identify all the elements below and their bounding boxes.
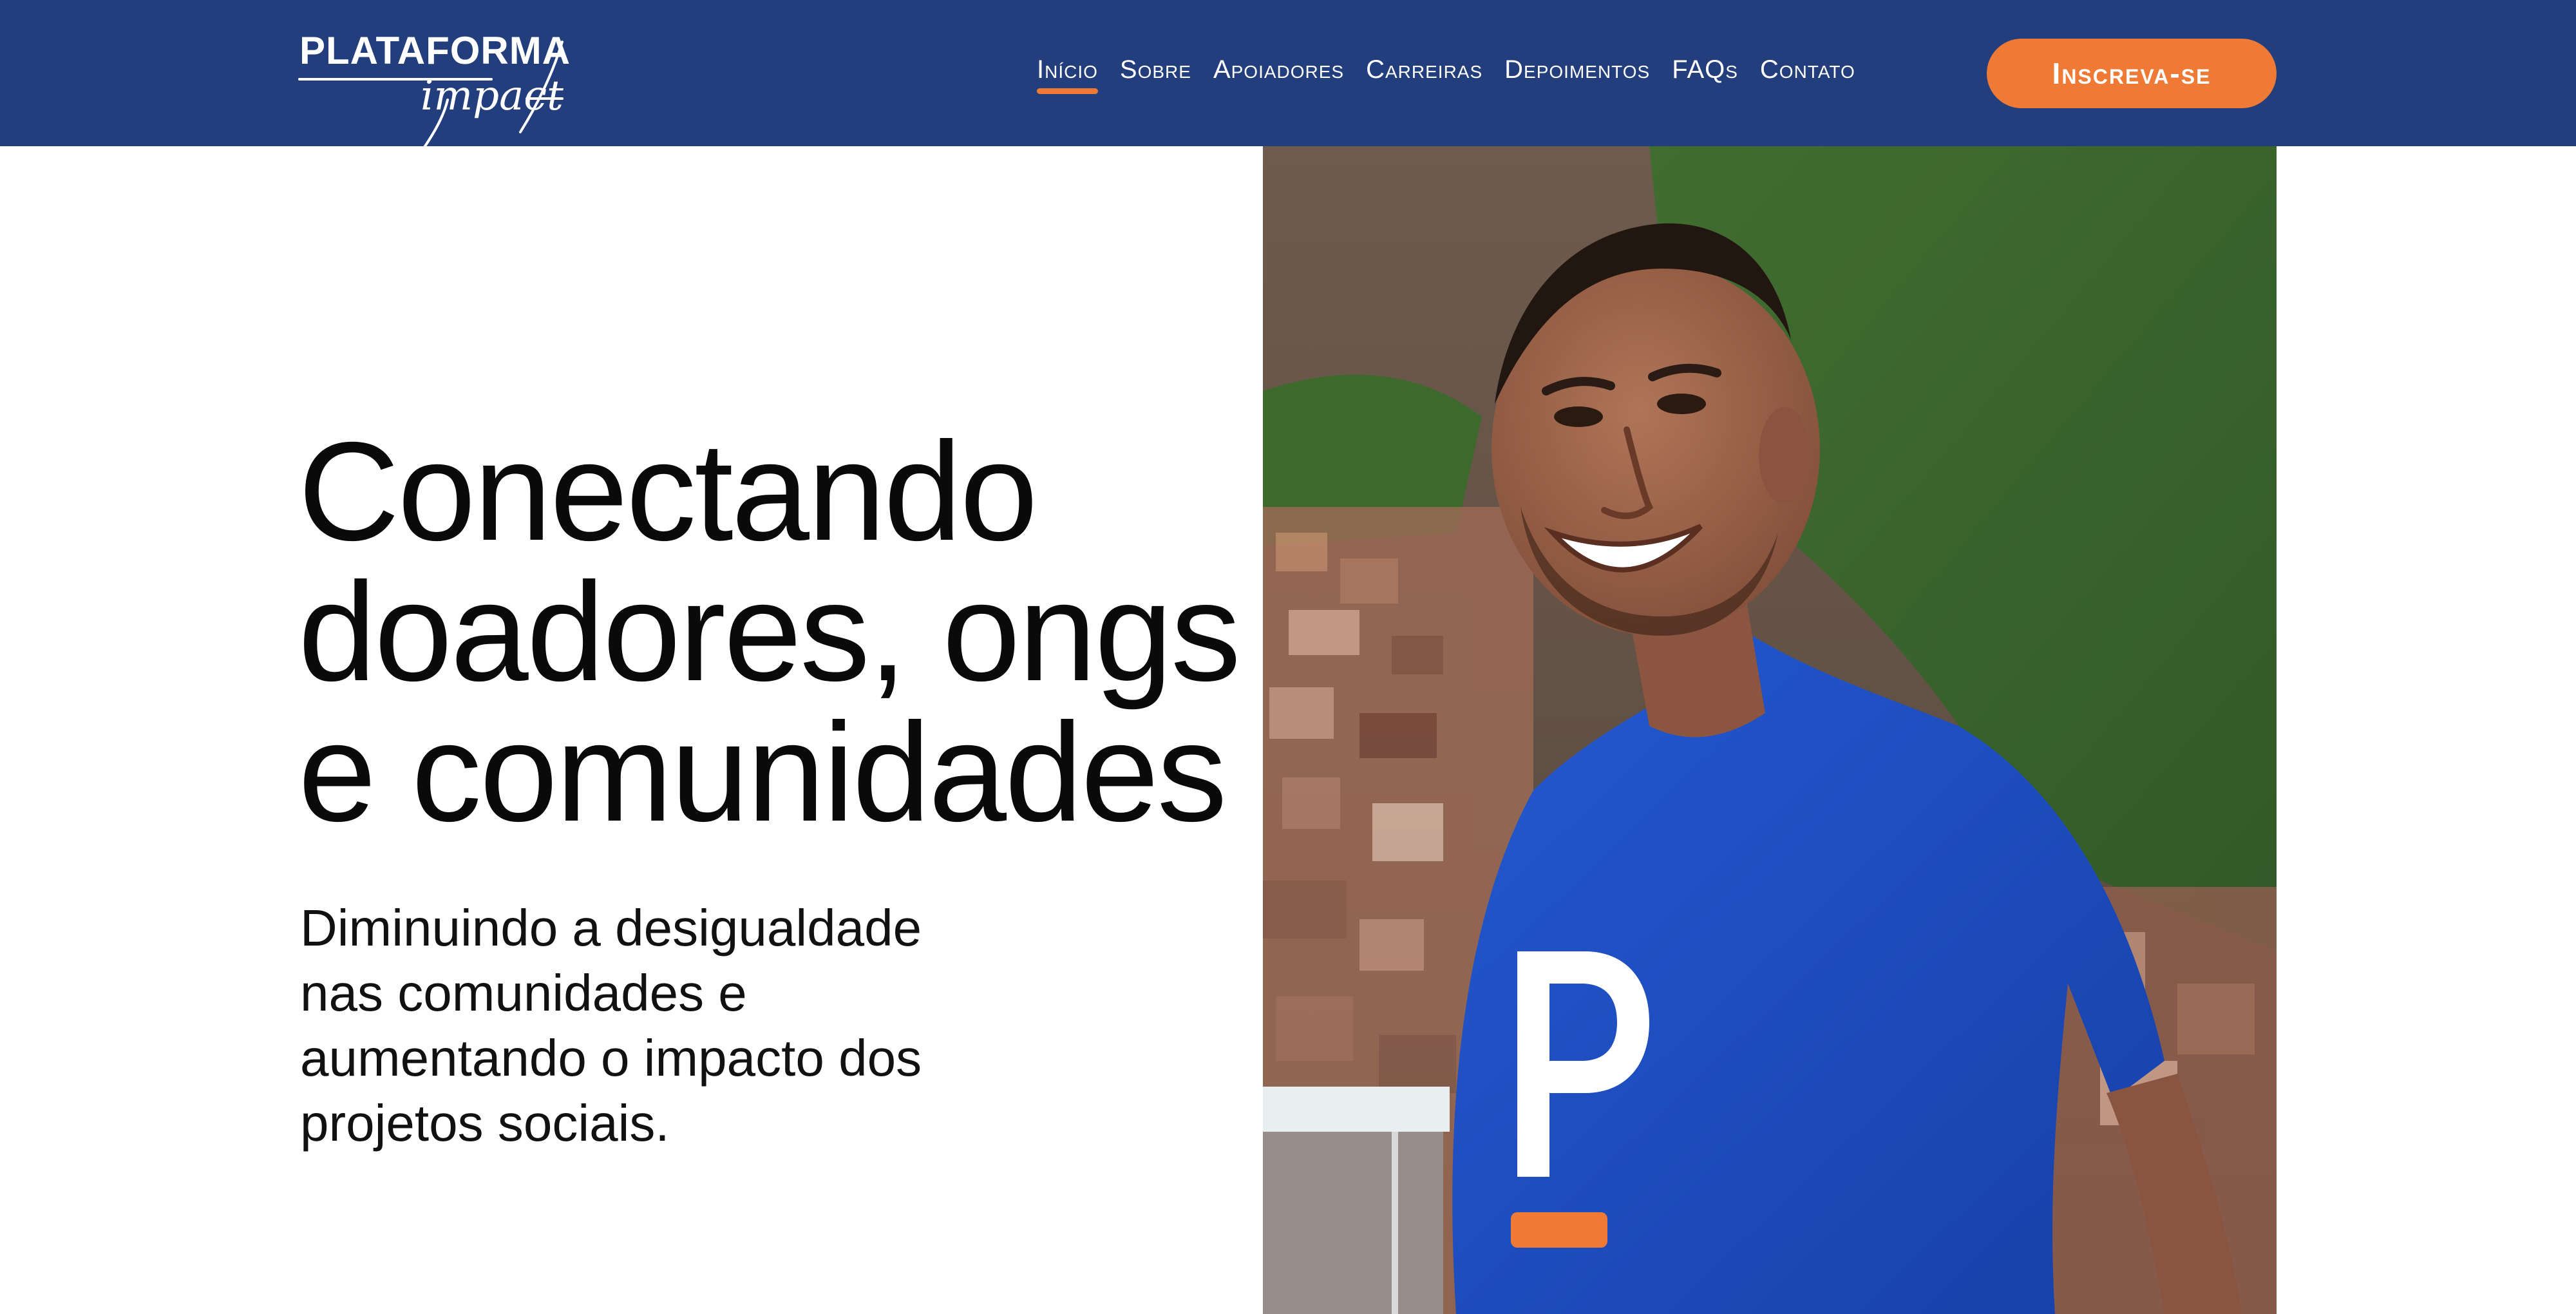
- nav-item-sobre[interactable]: Sobre: [1120, 57, 1191, 82]
- logo-script-graphic: impact: [298, 41, 564, 148]
- hero-subtitle-line: nas comunidades e: [300, 964, 747, 1022]
- plataforma-impact-logo[interactable]: PLATAFORMA impact: [298, 29, 570, 148]
- signup-button[interactable]: Inscreva-se: [1987, 39, 2277, 108]
- hero-photo-illustration: [1263, 146, 2277, 1314]
- site-header: PLATAFORMA impact Início Sobre Apoiadore…: [0, 0, 2576, 148]
- hero-subtitle-line: aumentando o impacto dos: [300, 1029, 922, 1087]
- hero-title-line: e comunidades: [298, 694, 1227, 851]
- nav-item-carreiras[interactable]: Carreiras: [1366, 57, 1482, 82]
- hero-photo: [1263, 146, 2277, 1314]
- nav-item-inicio[interactable]: Início: [1037, 57, 1098, 94]
- logo-script-text: impact: [421, 72, 564, 120]
- nav-item-contato[interactable]: Contato: [1760, 57, 1855, 82]
- hero-subtitle: Diminuindo a desigualdade nas comunidade…: [300, 895, 983, 1156]
- main-nav: Início Sobre Apoiadores Carreiras Depoim…: [1037, 57, 1855, 95]
- hero-title: Conectando doadores, ongs e comunidades: [298, 422, 1251, 843]
- hero-title-line: doadores, ongs: [298, 554, 1241, 710]
- hero-subtitle-line: projetos sociais.: [300, 1094, 670, 1152]
- nav-item-faqs[interactable]: FAQs: [1672, 57, 1738, 82]
- nav-item-apoiadores[interactable]: Apoiadores: [1213, 57, 1344, 82]
- nav-item-depoimentos[interactable]: Depoimentos: [1504, 57, 1650, 82]
- hero-subtitle-line: Diminuindo a desigualdade: [300, 899, 922, 957]
- hero-title-line: Conectando: [298, 414, 1038, 570]
